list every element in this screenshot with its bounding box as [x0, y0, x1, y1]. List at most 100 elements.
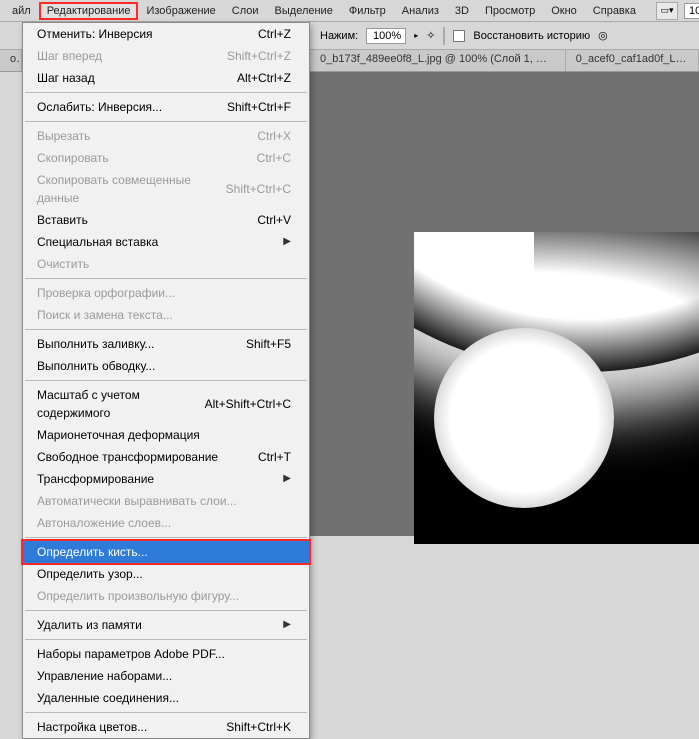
document-tab[interactable]: 0_b173f_489ee0f8_L.jpg @ 100% (Слой 1, R…	[310, 50, 566, 71]
menu-item: Очистить	[23, 253, 309, 275]
menu-item: Скопировать совмещенные данныеShift+Ctrl…	[23, 169, 309, 209]
menu-item-label: Ослабить: Инверсия...	[37, 98, 162, 116]
menu-separator	[25, 121, 307, 122]
airbrush-icon[interactable]: ✧	[426, 29, 435, 42]
menu-item[interactable]: ВставитьCtrl+V	[23, 209, 309, 231]
menu-separator	[25, 380, 307, 381]
menu-item: Шаг вперед Shift+Ctrl+Z	[23, 45, 309, 67]
opacity-value[interactable]: 100%	[366, 28, 406, 44]
menu-item[interactable]: Определить узор...	[23, 563, 309, 585]
menu-item-shortcut: Shift+Ctrl+K	[226, 718, 291, 736]
menu-item-label: Автоматически выравнивать слои...	[37, 492, 237, 510]
menu-item-label: Определить произвольную фигуру...	[37, 587, 239, 605]
restore-history-label: Восстановить историю	[473, 30, 590, 42]
menu-item-label: Очистить	[37, 255, 89, 273]
menu-item-label: Скопировать	[37, 149, 109, 167]
tab-label: 0_b173f_489ee0f8_L.jpg @ 100% (Слой 1, R…	[320, 53, 566, 65]
menu-item: Поиск и замена текста...	[23, 304, 309, 326]
menu-item[interactable]: Удалить из памяти ▶	[23, 614, 309, 636]
menu-separator	[25, 610, 307, 611]
menu-item-label: Отменить: Инверсия	[37, 25, 153, 43]
menu-item[interactable]: Определить кисть...	[23, 541, 309, 563]
menu-item-shortcut: Alt+Ctrl+Z	[237, 69, 291, 87]
menu-select[interactable]: Выделение	[267, 2, 341, 20]
menu-item[interactable]: Выполнить обводку...	[23, 355, 309, 377]
target-icon[interactable]: ◎	[598, 29, 608, 42]
menu-item: Автоналожение слоев...	[23, 512, 309, 534]
menu-item-label: Удаленные соединения...	[37, 689, 179, 707]
menu-item-shortcut: Shift+Ctrl+F	[227, 98, 291, 116]
menu-view[interactable]: Просмотр	[477, 2, 543, 20]
menu-item-label: Определить узор...	[37, 565, 143, 583]
menu-separator	[25, 639, 307, 640]
restore-history-checkbox[interactable]	[453, 30, 465, 42]
menu-item-label: Скопировать совмещенные данные	[37, 171, 226, 207]
menu-help[interactable]: Справка	[585, 2, 644, 20]
menu-item-label: Поиск и замена текста...	[37, 306, 173, 324]
menu-item-label: Свободное трансформирование	[37, 448, 218, 466]
menu-edit[interactable]: Редактирование	[39, 2, 139, 20]
menu-item[interactable]: Удаленные соединения...	[23, 687, 309, 709]
menu-item-label: Марионеточная деформация	[37, 426, 200, 444]
menu-item-label: Шаг назад	[37, 69, 95, 87]
menu-item-label: Выполнить обводку...	[37, 357, 155, 375]
menu-item-shortcut: Shift+Ctrl+C	[226, 180, 291, 198]
screen-mode-icon[interactable]: ▭▾	[656, 2, 678, 20]
menu-item: Проверка орфографии...	[23, 282, 309, 304]
menu-3d[interactable]: 3D	[447, 2, 477, 20]
menu-item-shortcut: Ctrl+V	[257, 211, 291, 229]
menu-item-label: Настройка цветов...	[37, 718, 147, 736]
menu-item[interactable]: Настройка цветов... Shift+Ctrl+K	[23, 716, 309, 738]
menu-item-label: Управление наборами...	[37, 667, 172, 685]
menu-item[interactable]: Ослабить: Инверсия... Shift+Ctrl+F	[23, 96, 309, 118]
menu-analysis[interactable]: Анализ	[394, 2, 447, 20]
menu-item-label: Удалить из памяти	[37, 616, 142, 634]
document-tab[interactable]: 0_acef0_caf1ad0f_L.jpg @	[566, 50, 699, 71]
menubar-right: ▭▾ 100% ▼ ✋ ▦ ▤	[656, 2, 699, 20]
menu-item-shortcut: Ctrl+X	[257, 127, 291, 145]
menubar: айл Редактирование Изображение Слои Выде…	[0, 0, 699, 22]
chevron-right-icon: ▶	[283, 233, 291, 251]
menu-item[interactable]: Трансформирование▶	[23, 468, 309, 490]
chevron-right-icon: ▶	[283, 470, 291, 488]
chevron-right-icon: ▶	[283, 616, 291, 634]
menu-item-shortcut: Shift+F5	[246, 335, 291, 353]
menu-item[interactable]: Масштаб с учетом содержимогоAlt+Shift+Ct…	[23, 384, 309, 424]
menu-item[interactable]: Специальная вставка ▶	[23, 231, 309, 253]
menu-item[interactable]: Наборы параметров Adobe PDF...	[23, 643, 309, 665]
menu-item-label: Масштаб с учетом содержимого	[37, 386, 205, 422]
document-tab[interactable]: ong @	[0, 50, 22, 71]
menu-item: Вырезать Ctrl+X	[23, 125, 309, 147]
edit-menu-dropdown: Отменить: Инверсия Ctrl+Z Шаг вперед Shift+…	[22, 22, 310, 739]
menu-item-shortcut: Ctrl+Z	[258, 25, 291, 43]
menu-item[interactable]: Отменить: Инверсия Ctrl+Z	[23, 23, 309, 45]
menu-layers[interactable]: Слои	[224, 2, 267, 20]
menu-item-label: Определить кисть...	[37, 543, 148, 561]
menu-item[interactable]: Марионеточная деформация	[23, 424, 309, 446]
menu-window[interactable]: Окно	[543, 2, 585, 20]
menu-item[interactable]: Свободное трансформирование Ctrl+T	[23, 446, 309, 468]
menu-item-shortcut: Ctrl+T	[258, 448, 291, 466]
menu-item[interactable]: Выполнить заливку... Shift+F5	[23, 333, 309, 355]
menu-item-label: Шаг вперед	[37, 47, 102, 65]
menu-file[interactable]: айл	[4, 2, 39, 20]
menu-item: Определить произвольную фигуру...	[23, 585, 309, 607]
menu-filter[interactable]: Фильтр	[341, 2, 394, 20]
menu-item-shortcut: Ctrl+C	[257, 149, 291, 167]
menu-item-label: Специальная вставка	[37, 233, 158, 251]
menu-item-label: Выполнить заливку...	[37, 335, 154, 353]
chevron-down-icon[interactable]: ▸	[414, 31, 418, 40]
menu-item-label: Проверка орфографии...	[37, 284, 175, 302]
menu-item-shortcut: Shift+Ctrl+Z	[227, 47, 291, 65]
menu-image[interactable]: Изображение	[138, 2, 223, 20]
menu-item-label: Наборы параметров Adobe PDF...	[37, 645, 225, 663]
menu-separator	[25, 92, 307, 93]
menu-item[interactable]: Шаг назад Alt+Ctrl+Z	[23, 67, 309, 89]
menu-item-label: Вырезать	[37, 127, 90, 145]
canvas-area[interactable]	[310, 72, 699, 536]
opacity-label: Нажим:	[320, 30, 358, 42]
menu-item[interactable]: Управление наборами...	[23, 665, 309, 687]
menu-separator	[25, 329, 307, 330]
menu-item: Скопировать Ctrl+C	[23, 147, 309, 169]
zoom-value[interactable]: 100%	[684, 3, 699, 19]
